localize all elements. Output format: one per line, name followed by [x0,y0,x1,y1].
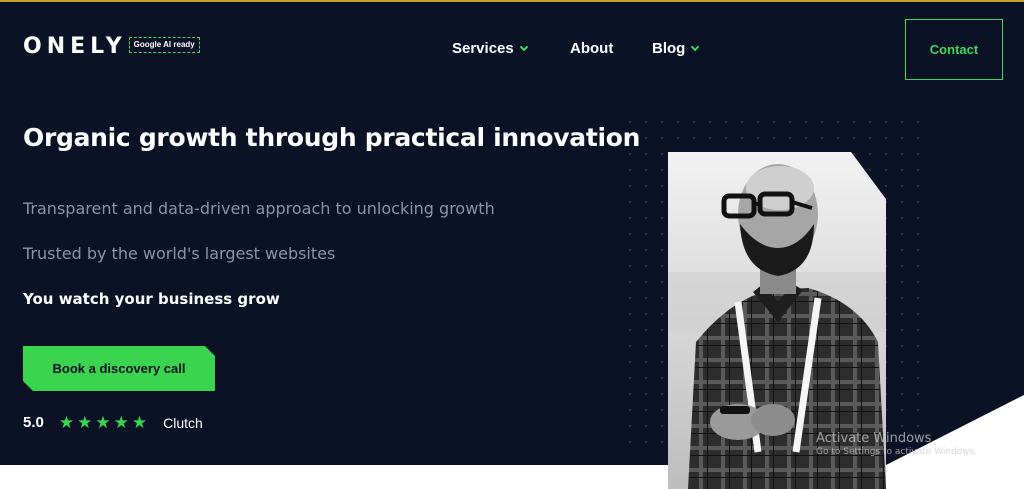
nav-item-label: About [570,40,614,57]
nav-item-label: Blog [652,40,686,57]
watermark-subtitle: Go to Settings to activate Windows. [816,447,978,457]
windows-activation-watermark: Activate Windows Go to Settings to activ… [816,431,977,457]
logo-badge: Google AI ready [128,37,200,53]
logo[interactable]: ONELY Google AI ready [23,36,200,58]
star-icon: ★ [113,413,129,432]
hero-highlight: You watch your business grow [23,290,280,308]
nav-item-blog[interactable]: Blog [652,40,700,57]
star-icon: ★ [77,413,93,432]
clutch-rating[interactable]: 5.0 ★ ★ ★ ★ ★ Clutch [23,414,203,431]
rating-score: 5.0 [23,414,44,431]
star-icon: ★ [58,413,75,432]
nav-item-label: Services [452,40,514,57]
page-title: Organic growth through practical innovat… [23,123,641,152]
hero-subline-approach: Transparent and data-driven approach to … [23,199,495,218]
watermark-title: Activate Windows [816,431,932,446]
nav-item-about[interactable]: About [570,40,613,57]
logo-wordmark: ONELY [23,34,127,59]
rating-source: Clutch [163,414,203,431]
chevron-down-icon [691,42,700,52]
star-icon: ★ [131,413,148,432]
rating-stars: ★ ★ ★ ★ ★ [59,414,150,431]
hero-subline-trust: Trusted by the world's largest websites [23,244,336,263]
chevron-down-icon [519,42,528,52]
nav-item-services[interactable]: Services [452,40,528,57]
contact-button[interactable]: Contact [905,19,1003,80]
star-icon: ★ [95,413,111,432]
book-discovery-call-button[interactable]: Book a discovery call [23,346,215,391]
